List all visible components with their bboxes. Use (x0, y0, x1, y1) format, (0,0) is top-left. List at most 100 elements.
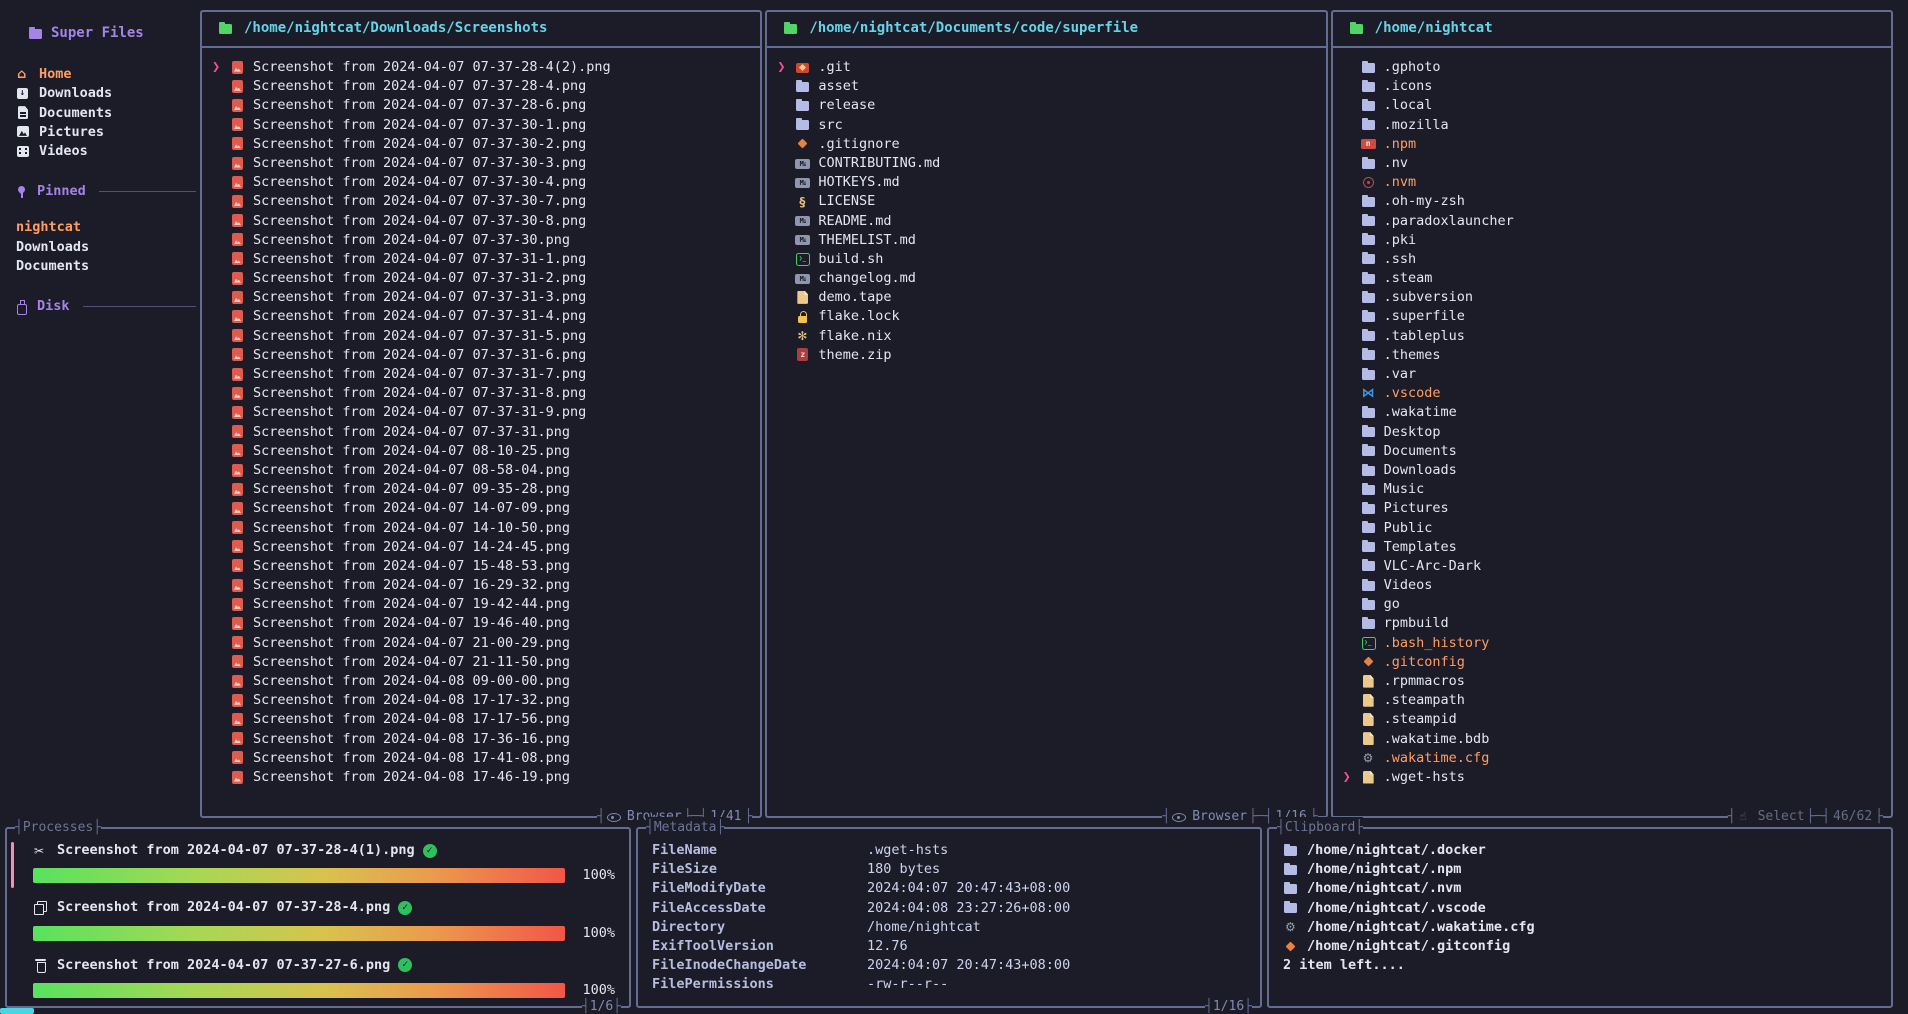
file-row[interactable]: ❯ THEMELIST.md (777, 231, 1319, 250)
file-row[interactable]: ❯ .subversion (1343, 288, 1885, 307)
file-row[interactable]: ❯ .vscode (1343, 384, 1885, 403)
file-row[interactable]: ❯ Screenshot from 2024-04-07 08-10-25.pn… (212, 442, 754, 461)
file-row[interactable]: ❯ Documents (1343, 442, 1885, 461)
file-row[interactable]: ❯ Screenshot from 2024-04-07 09-35-28.pn… (212, 480, 754, 499)
file-row[interactable]: ❯ Screenshot from 2024-04-07 07-37-28-6.… (212, 96, 754, 115)
file-row[interactable]: ❯ Screenshot from 2024-04-07 21-11-50.pn… (212, 653, 754, 672)
file-row[interactable]: ❯ Screenshot from 2024-04-07 08-58-04.pn… (212, 461, 754, 480)
file-row[interactable]: ❯ theme.zip (777, 346, 1319, 365)
file-row[interactable]: ❯ .gitconfig (1343, 653, 1885, 672)
file-row[interactable]: ❯ Screenshot from 2024-04-07 07-37-30.pn… (212, 231, 754, 250)
file-row[interactable]: ❯ .var (1343, 365, 1885, 384)
clipboard-item[interactable]: /home/nightcat/.vscode (1283, 899, 1877, 918)
file-row[interactable]: ❯ Screenshot from 2024-04-07 07-37-31-9.… (212, 403, 754, 422)
file-row[interactable]: ❯ Screenshot from 2024-04-07 16-29-32.pn… (212, 576, 754, 595)
file-row[interactable]: ❯ flake.nix (777, 327, 1319, 346)
file-row[interactable]: ❯ asset (777, 77, 1319, 96)
file-row[interactable]: ❯ flake.lock (777, 307, 1319, 326)
sidebar-item[interactable]: Pictures (16, 123, 200, 142)
file-row[interactable]: ❯ .ssh (1343, 250, 1885, 269)
file-row[interactable]: ❯ Screenshot from 2024-04-07 07-37-31-7.… (212, 365, 754, 384)
file-row[interactable]: ❯ .themes (1343, 346, 1885, 365)
file-row[interactable]: ❯ .npm (1343, 135, 1885, 154)
sidebar-pinned-item[interactable]: Documents (16, 257, 200, 276)
file-row[interactable]: ❯ Music (1343, 480, 1885, 499)
file-row[interactable]: ❯ Screenshot from 2024-04-07 15-48-53.pn… (212, 557, 754, 576)
file-row[interactable]: ❯ Videos (1343, 576, 1885, 595)
file-row[interactable]: ❯ .steam (1343, 269, 1885, 288)
file-row[interactable]: ❯ Screenshot from 2024-04-07 19-46-40.pn… (212, 614, 754, 633)
file-row[interactable]: ❯ Screenshot from 2024-04-07 07-37-30-3.… (212, 154, 754, 173)
file-row[interactable]: ❯ rpmbuild (1343, 614, 1885, 633)
sidebar-item[interactable]: Home (16, 65, 200, 84)
file-row[interactable]: ❯ VLC-Arc-Dark (1343, 557, 1885, 576)
process-item[interactable]: Screenshot from 2024-04-07 07-37-27-6.pn… (21, 956, 615, 1000)
file-row[interactable]: ❯ .paradoxlauncher (1343, 212, 1885, 231)
file-row[interactable]: ❯ Screenshot from 2024-04-07 07-37-31.pn… (212, 423, 754, 442)
file-row[interactable]: ❯ src (777, 116, 1319, 135)
clipboard-item[interactable]: /home/nightcat/.nvm (1283, 879, 1877, 898)
file-row[interactable]: ❯ .nvm (1343, 173, 1885, 192)
sidebar-pinned-item[interactable]: Downloads (16, 238, 200, 257)
clipboard-item[interactable]: /home/nightcat/.gitconfig (1283, 937, 1877, 956)
file-row[interactable]: ❯ .icons (1343, 77, 1885, 96)
file-row[interactable]: ❯ demo.tape (777, 288, 1319, 307)
file-row[interactable]: ❯ .steampath (1343, 691, 1885, 710)
file-row[interactable]: ❯ Desktop (1343, 423, 1885, 442)
file-row[interactable]: ❯ build.sh (777, 250, 1319, 269)
file-row[interactable]: ❯ Screenshot from 2024-04-08 17-46-19.pn… (212, 768, 754, 787)
file-row[interactable]: ❯ Screenshot from 2024-04-07 07-37-31-8.… (212, 384, 754, 403)
file-row[interactable]: ❯ Screenshot from 2024-04-07 07-37-28-4.… (212, 77, 754, 96)
file-row[interactable]: ❯ .pki (1343, 231, 1885, 250)
file-row[interactable]: ❯ Screenshot from 2024-04-07 07-37-30-4.… (212, 173, 754, 192)
file-row[interactable]: ❯ Screenshot from 2024-04-07 07-37-30-8.… (212, 212, 754, 231)
file-row[interactable]: ❯ Screenshot from 2024-04-07 07-37-31-2.… (212, 269, 754, 288)
file-row[interactable]: ❯ Screenshot from 2024-04-07 07-37-31-5.… (212, 327, 754, 346)
file-row[interactable]: ❯ Screenshot from 2024-04-08 17-17-32.pn… (212, 691, 754, 710)
file-row[interactable]: ❯ changelog.md (777, 269, 1319, 288)
file-row[interactable]: ❯ Screenshot from 2024-04-08 17-17-56.pn… (212, 710, 754, 729)
file-row[interactable]: ❯ .oh-my-zsh (1343, 192, 1885, 211)
file-row[interactable]: ❯ .mozilla (1343, 116, 1885, 135)
file-row[interactable]: ❯ release (777, 96, 1319, 115)
file-row[interactable]: ❯ Screenshot from 2024-04-08 17-36-16.pn… (212, 730, 754, 749)
sidebar-item[interactable]: Videos (16, 142, 200, 161)
file-row[interactable]: ❯ .wakatime.bdb (1343, 730, 1885, 749)
clipboard-item[interactable]: /home/nightcat/.docker (1283, 841, 1877, 860)
file-row[interactable]: ❯ .steampid (1343, 710, 1885, 729)
file-row[interactable]: ❯ Pictures (1343, 499, 1885, 518)
file-row[interactable]: ❯ Screenshot from 2024-04-07 14-07-09.pn… (212, 499, 754, 518)
file-row[interactable]: ❯ .git (777, 58, 1319, 77)
sidebar-item[interactable]: Downloads (16, 84, 200, 103)
file-row[interactable]: ❯ Screenshot from 2024-04-07 07-37-28-4(… (212, 58, 754, 77)
file-row[interactable]: ❯ LICENSE (777, 192, 1319, 211)
file-row[interactable]: ❯ .nv (1343, 154, 1885, 173)
file-row[interactable]: ❯ Screenshot from 2024-04-08 09-00-00.pn… (212, 672, 754, 691)
process-item[interactable]: Screenshot from 2024-04-07 07-37-28-4(1)… (21, 841, 615, 885)
file-row[interactable]: ❯ README.md (777, 212, 1319, 231)
file-row[interactable]: ❯ Screenshot from 2024-04-07 07-37-31-6.… (212, 346, 754, 365)
file-row[interactable]: ❯ Screenshot from 2024-04-07 07-37-31-1.… (212, 250, 754, 269)
file-row[interactable]: ❯ HOTKEYS.md (777, 173, 1319, 192)
clipboard-item[interactable]: /home/nightcat/.npm (1283, 860, 1877, 879)
file-row[interactable]: ❯ Screenshot from 2024-04-07 14-24-45.pn… (212, 538, 754, 557)
sidebar-pinned-item[interactable]: nightcat (16, 218, 200, 237)
file-row[interactable]: ❯ .rpmmacros (1343, 672, 1885, 691)
file-row[interactable]: ❯ go (1343, 595, 1885, 614)
file-row[interactable]: ❯ CONTRIBUTING.md (777, 154, 1319, 173)
file-row[interactable]: ❯ .tableplus (1343, 327, 1885, 346)
file-row[interactable]: ❯ Screenshot from 2024-04-07 07-37-31-3.… (212, 288, 754, 307)
file-row[interactable]: ❯ .wakatime (1343, 403, 1885, 422)
file-row[interactable]: ❯ Templates (1343, 538, 1885, 557)
file-row[interactable]: ❯ .gitignore (777, 135, 1319, 154)
file-row[interactable]: ❯ Screenshot from 2024-04-07 07-37-30-1.… (212, 116, 754, 135)
file-row[interactable]: ❯ Screenshot from 2024-04-07 07-37-30-2.… (212, 135, 754, 154)
file-row[interactable]: ❯ .gphoto (1343, 58, 1885, 77)
process-item[interactable]: Screenshot from 2024-04-07 07-37-28-4.pn… (21, 898, 615, 942)
file-row[interactable]: ❯ .local (1343, 96, 1885, 115)
file-row[interactable]: ❯ .bash_history (1343, 634, 1885, 653)
file-row[interactable]: ❯ Screenshot from 2024-04-07 21-00-29.pn… (212, 634, 754, 653)
file-row[interactable]: ❯ Public (1343, 519, 1885, 538)
file-row[interactable]: ❯ Screenshot from 2024-04-08 17-41-08.pn… (212, 749, 754, 768)
sidebar-item[interactable]: Documents (16, 104, 200, 123)
